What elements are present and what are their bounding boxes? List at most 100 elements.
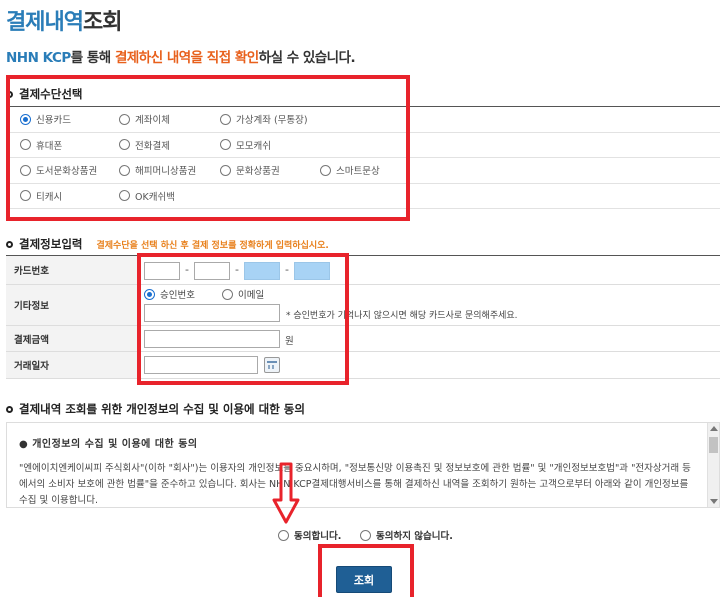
email-option[interactable]: 이메일 — [222, 287, 264, 301]
consent-scrollbar[interactable] — [707, 423, 719, 507]
scroll-up-icon[interactable] — [710, 426, 718, 431]
option-culture-voucher[interactable]: 문화상품권 — [220, 163, 280, 177]
consent-body-text: "엔에이치엔케이씨피 주식회사"(이하 "회사")는 이용자의 개인정보를 중요… — [19, 463, 691, 506]
payment-info-title: 결제정보입력 — [19, 237, 83, 251]
amount-input[interactable] — [144, 330, 280, 348]
disagree-label: 동의하지 않습니다. — [376, 531, 453, 542]
radio-icon[interactable] — [220, 113, 231, 125]
option-ok-cashbag[interactable]: OK캐쉬백 — [119, 189, 175, 203]
bullet-icon — [6, 405, 13, 413]
option-credit-card[interactable]: 신용카드 — [20, 112, 71, 126]
radio-checked-icon[interactable] — [144, 288, 155, 300]
agree-label: 동의합니다. — [294, 531, 342, 542]
dash: - — [235, 263, 239, 276]
radio-icon[interactable] — [220, 139, 231, 150]
option-phone-billing[interactable]: 전화결제 — [119, 138, 170, 152]
approval-hint: * 승인번호가 기억나지 않으시면 해당 카드사로 문의해주세요. — [286, 311, 518, 321]
radio-icon[interactable] — [119, 164, 130, 176]
option-label: 휴대폰 — [36, 140, 63, 152]
consent-section-title: 결제내역 조회를 위한 개인정보의 수집 및 이용에 대한 동의 — [6, 401, 305, 417]
extra-info-cell: 승인번호 이메일 * 승인번호가 기억나지 않으시면 해당 카드사로 문의해주세… — [138, 285, 720, 325]
date-input[interactable] — [144, 356, 258, 374]
card-number-label: 카드번호 — [6, 256, 138, 284]
payment-info-note: 결제수단을 선택 하신 후 결제 정보를 정확하게 입력하십시오. — [96, 240, 329, 251]
option-momo-cash[interactable]: 모모캐쉬 — [220, 138, 271, 152]
option-bank-transfer[interactable]: 계좌이체 — [119, 112, 170, 126]
bullet-icon — [6, 90, 13, 98]
approval-number-option[interactable]: 승인번호 — [144, 287, 195, 301]
date-row: 거래일자 — [6, 352, 720, 379]
option-label: 티캐시 — [36, 191, 63, 203]
scroll-down-icon[interactable] — [710, 499, 718, 504]
option-smart-voucher[interactable]: 스마트문상 — [320, 163, 380, 177]
option-label: 도서문화상품권 — [36, 166, 98, 177]
card-number-part3-input[interactable] — [244, 262, 280, 280]
payment-method-title: 결제수단선택 — [19, 87, 83, 101]
radio-icon[interactable] — [119, 113, 130, 125]
agree-option[interactable]: 동의합니다. — [278, 528, 341, 542]
radio-icon[interactable] — [360, 529, 371, 541]
down-arrow-icon — [272, 462, 300, 524]
option-label: 모모캐쉬 — [236, 140, 271, 152]
radio-icon[interactable] — [278, 529, 289, 541]
option-book-voucher[interactable]: 도서문화상품권 — [20, 163, 97, 177]
subtitle-mid: 를 통해 — [70, 50, 115, 66]
payment-method-row: 신용카드 계좌이체 가상계좌 (무통장) — [6, 107, 720, 133]
card-number-row: 카드번호 - - - — [6, 256, 720, 285]
option-virtual-account[interactable]: 가상계좌 (무통장) — [220, 112, 308, 126]
payment-method-row: 휴대폰 전화결제 모모캐쉬 — [6, 133, 720, 158]
amount-label: 결제금액 — [6, 326, 138, 351]
subtitle-suffix: 하실 수 있습니다. — [258, 50, 356, 66]
radio-icon[interactable] — [119, 190, 130, 201]
radio-icon[interactable] — [20, 139, 31, 150]
option-label: 해피머니상품권 — [135, 166, 197, 177]
radio-icon[interactable] — [320, 164, 331, 176]
consent-text-box[interactable]: ● 개인정보의 수집 및 이용에 대한 동의 "엔에이치엔케이씨피 주식회사"(… — [6, 422, 720, 508]
approval-number-label: 승인번호 — [160, 290, 195, 301]
amount-cell: 원 — [138, 326, 720, 351]
radio-icon[interactable] — [220, 164, 231, 176]
date-cell — [138, 352, 720, 378]
radio-icon[interactable] — [222, 288, 233, 300]
disagree-option[interactable]: 동의하지 않습니다. — [360, 528, 453, 542]
payment-method-row: 도서문화상품권 해피머니상품권 문화상품권 스마트문상 — [6, 158, 720, 184]
card-number-part1-input[interactable] — [144, 262, 180, 280]
extra-info-label: 기타정보 — [6, 285, 138, 325]
email-label: 이메일 — [238, 290, 265, 301]
page-title-part1: 결제내역 — [6, 10, 84, 35]
consent-title: 결제내역 조회를 위한 개인정보의 수집 및 이용에 대한 동의 — [19, 402, 305, 416]
date-label: 거래일자 — [6, 352, 138, 378]
option-mobile[interactable]: 휴대폰 — [20, 138, 62, 152]
amount-unit: 원 — [285, 336, 294, 347]
calendar-icon[interactable] — [264, 357, 280, 373]
radio-icon[interactable] — [20, 190, 31, 201]
option-label: 신용카드 — [36, 115, 71, 126]
dash: - — [285, 263, 289, 276]
option-label: 가상계좌 (무통장) — [236, 115, 308, 126]
option-happy-money[interactable]: 해피머니상품권 — [119, 163, 196, 177]
extra-info-row: 기타정보 승인번호 이메일 * 승인번호가 기억나지 않으시면 해당 카드사로 … — [6, 285, 720, 326]
approval-number-input[interactable] — [144, 304, 280, 322]
option-label: 전화결제 — [135, 140, 170, 152]
option-t-cash[interactable]: 티캐시 — [20, 189, 62, 203]
option-label: OK캐쉬백 — [135, 191, 175, 203]
page-title: 결제내역조회 — [6, 4, 122, 36]
payment-info-table: 카드번호 - - - 기타정보 승인번호 이메일 * 승인번호가 기억나지 않으… — [6, 255, 720, 379]
payment-method-section-title: 결제수단선택 — [6, 86, 82, 102]
radio-icon[interactable] — [119, 139, 130, 150]
page-title-part2: 조회 — [82, 10, 122, 35]
scroll-thumb[interactable] — [709, 437, 718, 453]
page-subtitle: NHN KCP를 통해 결제하신 내역을 직접 확인하실 수 있습니다. — [6, 46, 356, 66]
consent-box-heading: ● 개인정보의 수집 및 이용에 대한 동의 — [19, 439, 198, 450]
radio-checked-icon[interactable] — [20, 113, 31, 125]
card-number-part4-input[interactable] — [294, 262, 330, 280]
option-label: 계좌이체 — [135, 115, 170, 126]
payment-method-row: 티캐시 OK캐쉬백 — [6, 184, 720, 209]
payment-method-options: 신용카드 계좌이체 가상계좌 (무통장) 휴대폰 전화결제 모모캐쉬 도서문화상… — [6, 107, 720, 209]
card-number-cell: - - - — [138, 256, 720, 284]
amount-row: 결제금액 원 — [6, 326, 720, 352]
subtitle-highlight: 결제하신 내역을 직접 확인 — [114, 50, 259, 66]
card-number-part2-input[interactable] — [194, 262, 230, 280]
search-submit-button[interactable]: 조회 — [336, 566, 392, 593]
radio-icon[interactable] — [20, 164, 31, 176]
